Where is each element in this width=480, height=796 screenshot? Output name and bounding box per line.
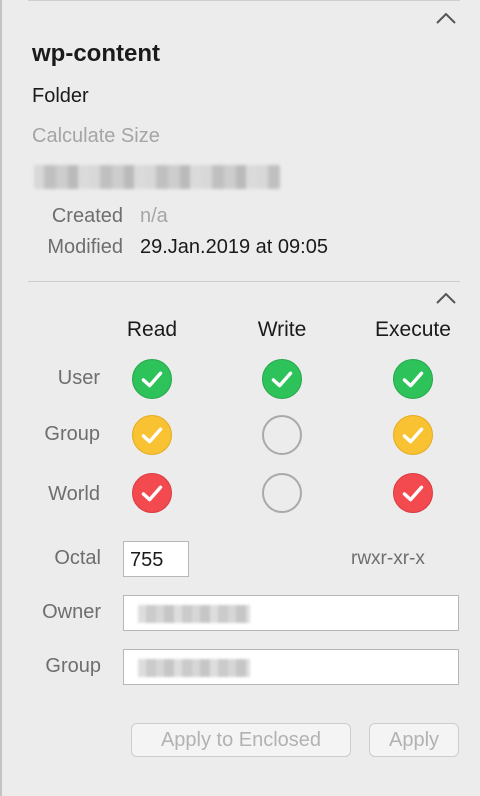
permission-world-execute[interactable]: [393, 473, 433, 513]
apply-button[interactable]: Apply: [369, 723, 459, 757]
row-world-label: World: [48, 483, 100, 505]
modified-label: Modified: [47, 236, 123, 258]
modified-value: 29.Jan.2019 at 09:05: [140, 236, 328, 258]
permission-group-read[interactable]: [132, 415, 172, 455]
info-panel: wp-content Folder Calculate Size Created…: [0, 0, 480, 796]
apply-to-enclosed-button[interactable]: Apply to Enclosed: [131, 723, 351, 757]
redacted-owner: [138, 605, 250, 623]
group-label: Group: [45, 655, 101, 677]
chevron-up-icon[interactable]: [435, 291, 457, 305]
checkmark-icon: [141, 427, 163, 444]
redacted-path: [34, 165, 280, 189]
checkmark-icon: [402, 485, 424, 502]
calculate-size-link[interactable]: Calculate Size: [32, 125, 160, 148]
owner-field[interactable]: [123, 595, 459, 631]
item-name: wp-content: [32, 40, 160, 67]
octal-field[interactable]: 755: [123, 541, 189, 577]
owner-label: Owner: [42, 601, 101, 623]
checkmark-icon: [271, 371, 293, 388]
permission-world-read[interactable]: [132, 473, 172, 513]
created-label: Created: [51, 205, 123, 227]
permission-user-write[interactable]: [262, 359, 302, 399]
permission-user-read[interactable]: [132, 359, 172, 399]
row-user-label: User: [57, 367, 100, 389]
top-divider: [28, 0, 460, 1]
column-write: Write: [257, 318, 307, 341]
symbolic-permissions: rwxr-xr-x: [351, 548, 425, 569]
checkmark-icon: [402, 371, 424, 388]
permission-user-execute[interactable]: [393, 359, 433, 399]
permission-group-execute[interactable]: [393, 415, 433, 455]
octal-label: Octal: [54, 547, 101, 569]
created-value: n/a: [140, 205, 168, 227]
permission-group-write[interactable]: [262, 415, 302, 455]
checkmark-icon: [141, 485, 163, 502]
column-execute: Execute: [375, 318, 451, 341]
redacted-group: [138, 659, 250, 677]
column-read: Read: [126, 318, 178, 341]
chevron-up-icon[interactable]: [435, 11, 457, 25]
checkmark-icon: [402, 427, 424, 444]
item-kind: Folder: [32, 85, 89, 107]
row-group-label: Group: [44, 423, 100, 445]
group-field[interactable]: [123, 649, 459, 685]
checkmark-icon: [141, 371, 163, 388]
permissions-divider: [28, 281, 460, 282]
permission-world-write[interactable]: [262, 473, 302, 513]
